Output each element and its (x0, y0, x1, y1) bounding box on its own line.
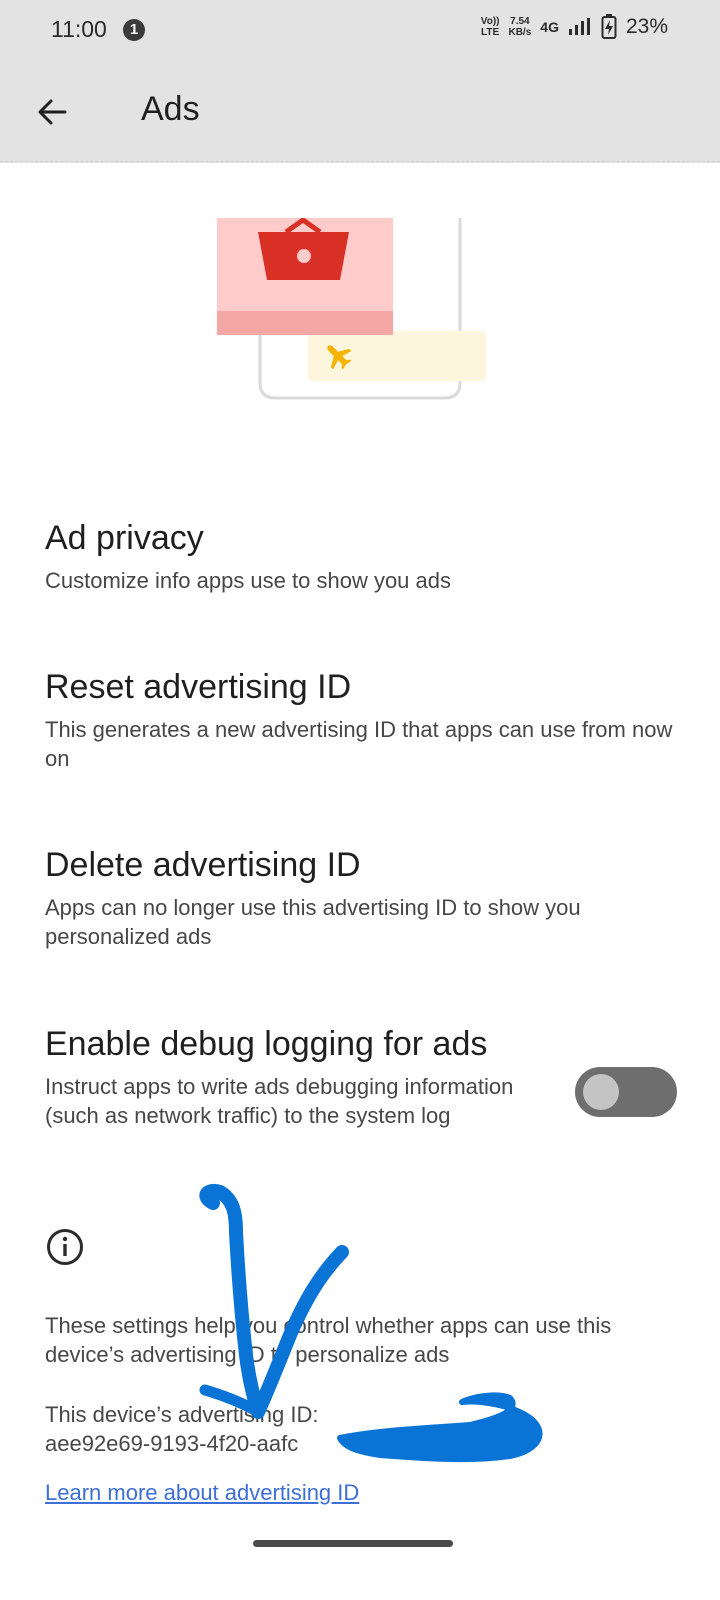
ads-illustration (217, 218, 486, 400)
delete-advertising-id-item[interactable]: Delete advertising ID Apps can no longer… (45, 845, 675, 951)
status-time: 11:00 (51, 16, 107, 42)
debug-logging-title: Enable debug logging for ads (45, 1025, 488, 1063)
app-bar: Ads (0, 62, 720, 162)
navigation-handle[interactable] (253, 1540, 453, 1547)
back-button[interactable] (24, 84, 80, 140)
signal-icon (568, 18, 590, 35)
ad-privacy-summary: Customize info apps use to show you ads (45, 568, 452, 593)
status-indicators: Vo)) LTE 7.54 KB/s 4G 23% (481, 14, 668, 40)
learn-more-link[interactable]: Learn more about advertising ID (45, 1478, 359, 1507)
status-bar: 11:00 1 Vo)) LTE 7.54 KB/s 4G 23% (0, 0, 720, 62)
app-bar-divider (0, 161, 720, 162)
network-speed-unit: KB/s (508, 27, 532, 38)
network-type: 4G (540, 19, 559, 35)
footer-description: These settings help you control whether … (45, 1313, 612, 1367)
notification-count-badge: 1 (123, 19, 145, 41)
ad-id-label: This device’s advertising ID: (45, 1402, 319, 1427)
reset-advertising-id-item[interactable]: Reset advertising ID This generates a ne… (45, 667, 675, 773)
battery-percent: 23% (625, 15, 668, 38)
volte-top: Vo)) (480, 16, 500, 27)
delete-advertising-id-title: Delete advertising ID (45, 846, 361, 884)
network-speed: 7.54 KB/s (508, 16, 531, 38)
network-speed-value: 7.54 (510, 16, 530, 27)
reset-advertising-id-title: Reset advertising ID (45, 668, 352, 706)
volte-indicator: Vo)) LTE (481, 16, 500, 38)
volte-bottom: LTE (481, 27, 500, 38)
ad-privacy-item[interactable]: Ad privacy Customize info apps use to sh… (45, 518, 675, 595)
debug-logging-toggle[interactable] (575, 1067, 677, 1117)
page-title: Ads (141, 90, 200, 128)
reset-advertising-id-summary: This generates a new advertising ID that… (45, 717, 673, 771)
info-icon (47, 1229, 83, 1265)
battery-charging-icon (601, 14, 617, 39)
ad-id-value: aee92e69-9193-4f20-aafc (45, 1431, 299, 1456)
debug-logging-summary: Instruct apps to write ads debugging inf… (45, 1074, 514, 1128)
top-area: 11:00 1 Vo)) LTE 7.54 KB/s 4G 23% Ads (0, 0, 720, 163)
toggle-knob (583, 1074, 619, 1110)
arrow-back-icon (38, 99, 67, 125)
delete-advertising-id-summary: Apps can no longer use this advertising … (45, 895, 581, 949)
ad-privacy-title: Ad privacy (45, 519, 204, 557)
